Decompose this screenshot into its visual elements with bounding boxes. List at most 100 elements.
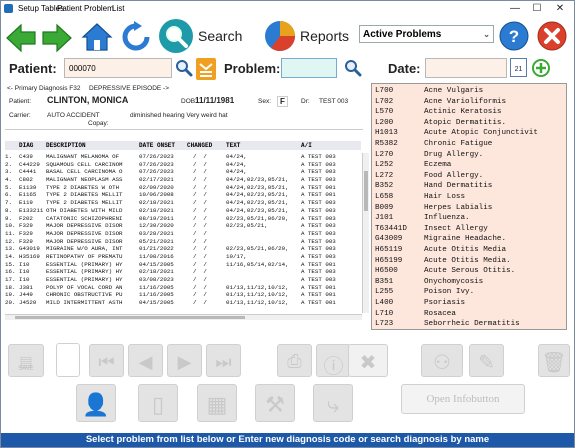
forward-arrow-icon[interactable] bbox=[41, 23, 73, 53]
minimize-button[interactable]: — bbox=[505, 2, 525, 15]
blank-button[interactable] bbox=[56, 343, 80, 377]
table-row[interactable]: 7. E119 TYPE 2 DIABETES MELLIT 02/18/2021 / … bbox=[5, 199, 360, 207]
table-row[interactable]: 12. F329 MAJOR DEPRESSIVE DISOR 05/21/2021 /… bbox=[5, 238, 360, 246]
edit-button[interactable]: ✎ bbox=[469, 344, 504, 377]
list-item[interactable]: H65119 Acute Otitis Media bbox=[375, 246, 506, 254]
problem-field[interactable] bbox=[281, 58, 337, 78]
col-ai[interactable]: A/I bbox=[301, 142, 312, 149]
prev-record-button[interactable]: ◀ bbox=[128, 344, 163, 377]
patient-field[interactable]: 000070 bbox=[64, 58, 172, 78]
table-row[interactable]: 17. I10 ESSENTIAL (PRIMARY) HY 03/08/2023 / … bbox=[5, 276, 360, 284]
table-row[interactable]: 2. C44229 SQUAMOUS CELL CARCINOM 07/26/2023… bbox=[5, 161, 360, 169]
document-button[interactable]: ▯ bbox=[138, 384, 178, 422]
table-row[interactable]: 15. I10 ESSENTIAL (PRIMARY) HY 04/15/2005 / … bbox=[5, 261, 360, 269]
list-item[interactable]: B351 Onychomycosis bbox=[375, 278, 483, 286]
save-button[interactable]: ▤ SAVE bbox=[8, 344, 44, 377]
table-row[interactable]: 16. I10 ESSENTIAL (PRIMARY) HY 02/18/2021 / … bbox=[5, 268, 360, 276]
table-row[interactable]: 14. H35169 RETINOPATHY OF PREMATU 11/08/201… bbox=[5, 253, 360, 261]
list-item[interactable]: B009 Herpes Labialis bbox=[375, 204, 492, 212]
problem-list-select[interactable]: Active Problems ⌄ bbox=[359, 25, 494, 43]
table-row[interactable]: 3. C4441 BASAL CELL CARCINOMA O 07/26/2023 /… bbox=[5, 168, 360, 176]
grid-vertical-scrollbar[interactable] bbox=[362, 153, 369, 313]
menu-problem[interactable]: Problem bbox=[84, 4, 114, 13]
search-label[interactable]: Search bbox=[198, 28, 242, 44]
list-item[interactable]: L570 Actinic Keratosis bbox=[375, 108, 501, 116]
add-icon[interactable] bbox=[531, 58, 551, 78]
list-item[interactable]: G43009 Migraine Headache. bbox=[375, 235, 506, 243]
menu-list[interactable]: List bbox=[112, 4, 124, 13]
list-item[interactable]: H65199 Acute Otitis Media. bbox=[375, 257, 511, 265]
exit-icon[interactable] bbox=[536, 20, 568, 52]
back-arrow-icon[interactable] bbox=[5, 23, 37, 53]
table-row[interactable]: 4. C802 MALIGNANT NEOPLASM ASS 02/17/2021 / … bbox=[5, 176, 360, 184]
refresh-icon[interactable] bbox=[120, 21, 152, 53]
list-item[interactable]: L710 Rosacea bbox=[375, 310, 456, 318]
open-infobutton-button[interactable]: Open Infobutton bbox=[401, 384, 525, 414]
col-changed[interactable]: CHANGED bbox=[187, 142, 212, 149]
grid-horizontal-scroll-thumb[interactable] bbox=[15, 316, 245, 319]
network-button[interactable]: ⚇ bbox=[421, 344, 463, 377]
table-row[interactable]: 18. J381 POLYP OF VOCAL CORD AN 11/16/2005 /… bbox=[5, 284, 360, 292]
col-text[interactable]: TEXT bbox=[226, 142, 240, 149]
list-item[interactable]: L255 Poison Ivy. bbox=[375, 288, 474, 296]
col-date-onset[interactable]: DATE ONSET bbox=[139, 142, 175, 149]
date-field[interactable] bbox=[425, 58, 507, 78]
problem-search-icon[interactable] bbox=[344, 59, 362, 77]
episode-link[interactable]: DEPRESSIVE EPISODE -> bbox=[89, 85, 169, 92]
home-icon[interactable] bbox=[81, 21, 113, 53]
list-item[interactable]: L270 Drug Allergy. bbox=[375, 151, 483, 159]
help-icon[interactable]: ? bbox=[498, 20, 530, 52]
list-item[interactable]: L400 Psoriasis bbox=[375, 299, 465, 307]
reports-icon[interactable] bbox=[263, 18, 297, 54]
list-item[interactable]: L658 Hair Loss bbox=[375, 193, 465, 201]
calendar-icon[interactable]: 21 bbox=[510, 58, 527, 77]
list-item[interactable]: B352 Hand Dermatitis bbox=[375, 182, 492, 190]
info-button[interactable]: ⓘ bbox=[316, 344, 351, 378]
list-item[interactable]: L723 Seborrheic Dermatitis bbox=[375, 320, 520, 328]
table-row[interactable]: 20. J4520 MILD INTERMITTENT ASTH 04/15/2005… bbox=[5, 299, 360, 307]
col-diag[interactable]: DIAG bbox=[19, 142, 33, 149]
patient-search-icon[interactable] bbox=[175, 59, 193, 77]
tools-button[interactable]: ⚒ bbox=[255, 384, 295, 422]
menu-patient[interactable]: Patient bbox=[57, 4, 82, 13]
list-item[interactable]: L702 Acne Varioliformis bbox=[375, 98, 506, 106]
list-item[interactable]: R5382 Chronic Fatigue bbox=[375, 140, 492, 148]
grid-horizontal-scrollbar[interactable] bbox=[5, 314, 362, 320]
table-row[interactable]: 10. F329 MAJOR DEPRESSIVE DISOR 12/30/2020 /… bbox=[5, 222, 360, 230]
table-row[interactable]: 6. E1165 TYPE 2 DIABETES MELLIT 10/06/2008 /… bbox=[5, 191, 360, 199]
grid-vertical-scroll-thumb[interactable] bbox=[364, 171, 368, 211]
list-item[interactable]: L272 Food Allergy. bbox=[375, 172, 483, 180]
table-row[interactable]: 19. J449 CHRONIC OBSTRUCTIVE PU 11/16/2005 /… bbox=[5, 291, 360, 299]
next-record-button[interactable]: ▶ bbox=[167, 344, 202, 377]
calculator-button[interactable]: ▦ bbox=[197, 384, 237, 422]
list-item[interactable]: H1013 Acute Atopic Conjunctivit bbox=[375, 129, 538, 137]
trash-button[interactable]: 🗑 bbox=[538, 344, 570, 377]
table-row[interactable]: 8. E133211 OTH DIABETES WITH MILD 02/18/202… bbox=[5, 207, 360, 215]
patient-menu-icon[interactable] bbox=[196, 58, 216, 80]
maximize-button[interactable]: ☐ bbox=[527, 2, 547, 15]
primary-diagnosis-link[interactable]: <- Primary Diagnosis F32 bbox=[7, 85, 81, 92]
first-record-button[interactable]: ⏮ bbox=[89, 344, 124, 377]
row-changed: / / bbox=[193, 206, 207, 214]
close-window-button[interactable]: ✕ bbox=[550, 2, 570, 15]
col-description[interactable]: DESCRIPTION bbox=[46, 142, 86, 149]
list-item[interactable]: H6500 Acute Serous Otitis. bbox=[375, 267, 515, 275]
list-item[interactable]: T63441D Insect Allergy bbox=[375, 225, 488, 233]
list-item[interactable]: L200 Atopic Dermatitis. bbox=[375, 119, 506, 127]
referral-button[interactable]: ⤷ bbox=[313, 384, 353, 422]
delete-button[interactable]: ✖ bbox=[348, 344, 388, 377]
reports-label[interactable]: Reports bbox=[300, 28, 349, 44]
list-item[interactable]: L252 Eczema bbox=[375, 161, 451, 169]
problem-name: Poison Ivy. bbox=[424, 288, 475, 297]
table-row[interactable]: 1. C439 MALIGNANT MELANOMA OF 07/26/2023 / /… bbox=[5, 153, 360, 161]
print-button[interactable]: ⎙ bbox=[277, 344, 312, 377]
table-row[interactable]: 11. F329 MAJOR DEPRESSIVE DISOR 03/28/2021 /… bbox=[5, 230, 360, 238]
patient-button[interactable]: 👤 bbox=[76, 384, 116, 422]
search-icon[interactable] bbox=[158, 17, 194, 55]
table-row[interactable]: 5. E1139 TYPE 2 DIABETES W OTH 02/09/2020 / … bbox=[5, 184, 360, 192]
last-record-button[interactable]: ⏭ bbox=[206, 344, 241, 377]
list-item[interactable]: L700 Acne Vulgaris bbox=[375, 87, 483, 95]
table-row[interactable]: 13. G43019 MIGRAINE W/O AURA, INT 01/21/202… bbox=[5, 245, 360, 253]
list-item[interactable]: J101 Influenza. bbox=[375, 214, 470, 222]
table-row[interactable]: 9. F202 CATATONIC SCHIZOPHRENI 08/19/2011 / … bbox=[5, 215, 360, 223]
